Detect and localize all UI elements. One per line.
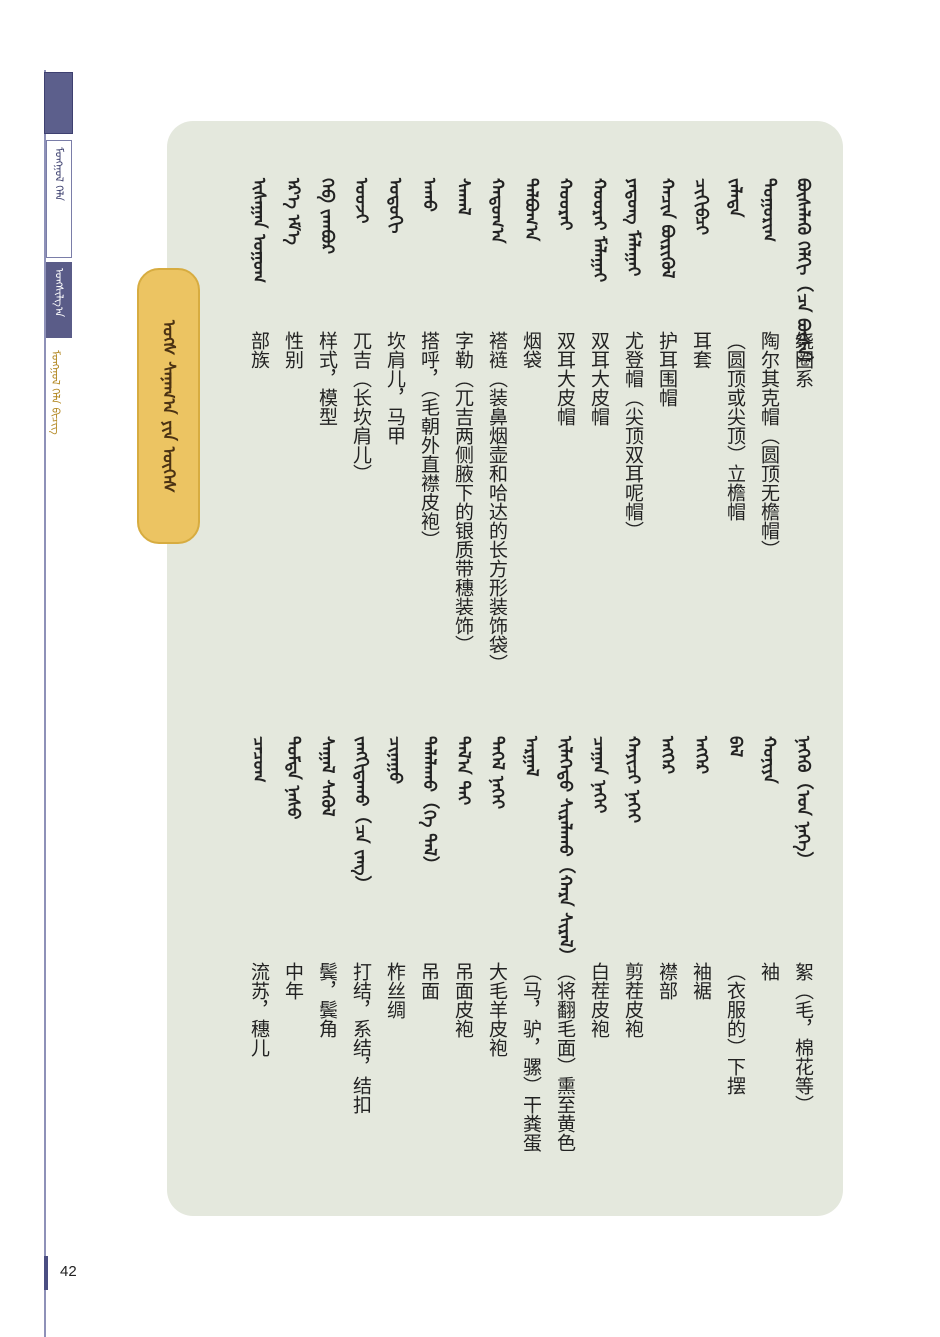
page-marker <box>44 1256 48 1290</box>
vocab-term-mongolian: ᠬᠠᠶᠢᠴᠢ ᠨᠡᠬᠡᠢ <box>623 736 643 823</box>
vocab-term-chinese: 尤登帽（尖顶双耳呢帽） <box>622 331 644 540</box>
vocab-term-mongolian: ᠡᠷ᠎ᠡ ᠡᠮ᠎ᠡ <box>283 178 303 245</box>
vocab-term-mongolian: ᠣᠳᠣᠬᠢ <box>385 178 405 234</box>
vocab-term-mongolian: ᠲᠠᠯᠠᠯᠠᠬᠤ（ᠬᠡ ᠲᠠᠯ） <box>419 736 439 874</box>
section-title: ᠤᠭ᠌ᠰ ᠰᠠᠨᠠᠭ᠎ᠠ ᠶᠢᠨ ᠦᠭᠡᠰ <box>137 268 200 544</box>
vocab-term-mongolian: ᠡᠩᠭᠡᠷ <box>691 736 711 774</box>
vocab-term-mongolian: ᠪᠡᠯ <box>725 736 745 758</box>
vocab-term-chinese: 中年 <box>282 962 304 1000</box>
vocab-term-chinese: 袖 <box>758 962 780 981</box>
vocab-term-mongolian: ᠬᠡᠪ ᠵᠠᠭᠪᠤᠷ <box>317 178 337 254</box>
vocab-term-chinese: 性别 <box>282 331 304 369</box>
vocab-term-chinese: 襟部 <box>656 962 678 1000</box>
vocab-term-chinese: 耳套 <box>690 331 712 369</box>
vocab-term-mongolian: ᠬᠣᠣᠷᠠᠢ <box>555 178 575 231</box>
vocab-term-mongolian: ᠴᠠᠭᠠᠨ ᠨᠡᠬᠡᠢ <box>589 736 609 814</box>
vocab-term-chinese: 兀吉（长坎肩儿） <box>350 331 372 483</box>
side-tab-1-label: ᠮᠣᠩᠭᠣᠯ ᠬᠡᠯᠡ <box>52 147 66 201</box>
vocab-term-mongolian: ᠢᠰᠠᠭᠠᠨ ᠣᠭᠣᠭ <box>249 178 269 283</box>
vocab-term-mongolian: ᠢᠯᠡᠭᠡᠳᠦ ᠰᠢᠷᠠᠯᠠᠬᠤ（ᠬᠠᠷᠠ ᠰᠢᠷᠠᠯ） <box>555 736 575 966</box>
vocab-term-chinese: 双耳大皮帽 <box>554 331 576 426</box>
vocab-term-chinese: 坎肩儿，马甲 <box>384 331 406 445</box>
vocab-term-chinese: 搭呼，（毛朝外直襟皮袍） <box>418 331 440 550</box>
vocab-term-mongolian: ᠡᠩᠭᠡᠷ <box>657 736 677 774</box>
side-rule <box>44 70 46 1337</box>
vocab-term-mongolian: ᠠᠬᠤ <box>419 178 439 212</box>
running-head: ᠮᠣᠩᠭᠣᠯ ᠬᠡᠯᠡ ᠪᠢᠴᠢᠭ <box>49 350 62 435</box>
vocab-term-chinese: （马，驴，骡）干粪蛋 <box>520 962 542 1152</box>
side-tab-2-label: ᠤᠩᠱᠢᠯᠭ᠎ᠠ <box>52 268 66 318</box>
vocab-term-chinese: 白茬皮袍 <box>588 962 610 1038</box>
vocab-term-mongolian: ᠴᠠᠴᠤᠭ <box>249 736 269 783</box>
vocab-term-chinese: 吊面 <box>418 962 440 1000</box>
side-tab-1: ᠮᠣᠩᠭᠣᠯ ᠬᠡᠯᠡ <box>46 140 72 258</box>
vocab-term-chinese: 吊面皮袍 <box>452 962 474 1038</box>
vocab-term-mongolian: ᠵᠠᠩᠭᠢᠳᠠᠬᠤ（ᠴᠡ ᠵᠠᠩ） <box>351 736 371 894</box>
vocab-term-mongolian: ᠲᠠᠯ᠎ᠠ ᠲᠠᠢ <box>453 736 473 806</box>
vocab-term-chinese: （衣服的）下摆 <box>724 962 746 1095</box>
vocab-term-chinese: （将翻毛面）熏至黄色 <box>554 962 576 1152</box>
vocab-term-chinese: 絮（毛，棉花等） <box>792 962 814 1114</box>
vocab-term-mongolian: ᠬᠠᠴᠢᠨ ᠪᠦᠷᠢᠭᠦᠯ <box>657 178 677 279</box>
vocab-term-chinese: 字勒（兀吉两侧腋下的银质带穗装饰） <box>452 331 474 654</box>
vocab-term-chinese: 大毛羊皮袍 <box>486 962 508 1057</box>
vocab-term-mongolian: ᠨᠡᠬᠡᠬᠦ（ᠡᠳ ᠨᠡᠬᠡ） <box>793 736 813 870</box>
vocab-term-mongolian: ᠳᠤᠮᠳᠠ ᠨᠠᠰᠤ <box>283 736 303 820</box>
vocab-term-mongolian: ᠶᠠᠳᠤᠩ ᠮᠠᠯᠠᠭᠠᠢ <box>623 178 643 277</box>
vocab-term-chinese: 剪茬皮袍 <box>622 962 644 1038</box>
vocab-term-mongolian: ᠬᠣᠨᠢᠶᠠ <box>759 736 779 784</box>
vocab-term-chinese: 陶尔其克帽（圆顶无檐帽） <box>758 331 780 559</box>
vocab-term-chinese: 流苏，穗儿 <box>248 962 270 1057</box>
vocab-term-mongolian: ᠰᠠᠭᠠᠯ ᠰᠡᠭᠦᠯ <box>317 736 337 817</box>
vocab-term-chinese: 鬓，鬓角 <box>316 962 338 1038</box>
vocab-term-chinese: 部族 <box>248 331 270 369</box>
vocab-term-mongolian: ᠲᠣᠭᠣᠷᠢᠭ <box>759 178 779 243</box>
vocab-term-mongolian: ᠰᠠᠬᠠᠯ <box>453 178 473 216</box>
section-title-text: ᠤᠭ᠌ᠰ ᠰᠠᠨᠠᠭ᠎ᠠ ᠶᠢᠨ ᠦᠭᠡᠰ <box>158 319 179 493</box>
side-tab-block <box>44 72 73 134</box>
vocab-term-mongolian: ᠳᠠᠯᠪᠤᠭ᠎ᠠ <box>521 178 541 242</box>
vocab-term-chinese: 打结，系结，结扣 <box>350 962 372 1114</box>
vocab-term-chinese: 褡裢（装鼻烟壶和哈达的长方形装饰袋） <box>486 331 508 673</box>
vocab-term-mongolian: ᠠᠷᠭᠠᠯ <box>521 736 541 777</box>
vocab-term-chinese: 护耳围帽 <box>656 331 678 407</box>
vocab-term-chinese: 样式，模型 <box>316 331 338 426</box>
vocab-term-chinese: 袖裾 <box>690 962 712 1000</box>
vocab-term-chinese: 烟袋 <box>520 331 542 369</box>
vocab-term-mongolian: ᠬᠣᠣᠷᠠᠢ ᠮᠠᠯᠠᠭᠠᠢ <box>589 178 609 283</box>
vocab-term-mongolian: ᠴᠢᠬᠢᠪᠴᠢ <box>691 178 711 236</box>
page-number: 42 <box>60 1263 77 1280</box>
vocab-term-chinese: 绕圈系 <box>792 331 814 388</box>
vocab-term-mongolian: ᠤᠤᠵᠢ <box>351 178 371 224</box>
vocab-term-mongolian: ᠴᠢᠨᠠᠭᠤ <box>385 736 405 784</box>
vocab-term-mongolian: ᠵᠠᠯᠠᠲᠠ <box>725 178 745 218</box>
vocab-term-mongolian: ᠬᠠᠲᠤᠭ᠎ᠠ <box>487 178 507 244</box>
vocab-term-chinese: （圆顶或尖顶）立檐帽 <box>724 331 746 521</box>
side-tab-2: ᠤᠩᠱᠢᠯᠭ᠎ᠠ <box>46 262 72 338</box>
vocab-term-chinese: 柞丝绸 <box>384 962 406 1019</box>
vocab-term-mongolian: ᠳᠡᠭᠡᠯ ᠨᠡᠬᠡᠢ <box>487 736 507 810</box>
vocab-term-chinese: 双耳大皮帽 <box>588 331 610 426</box>
